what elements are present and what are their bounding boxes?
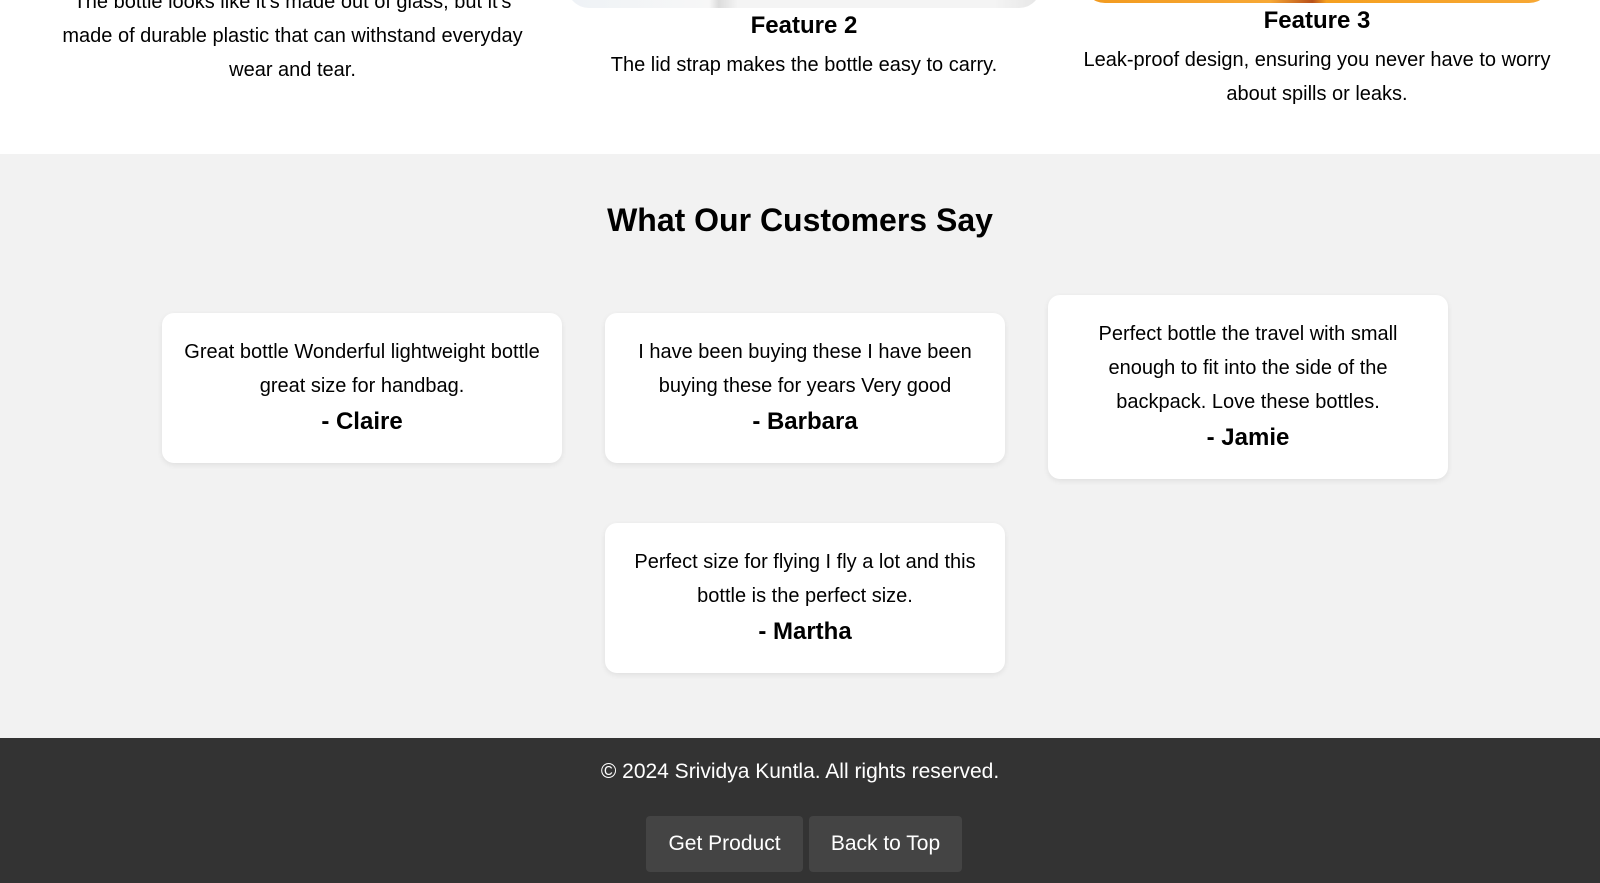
feature-3-title: Feature 3 (1263, 7, 1371, 34)
testimonial-card-barbara: I have been buying these I have been buy… (605, 313, 1005, 463)
testimonial-author: - Barbara (752, 408, 858, 435)
feature-2-description: The lid strap makes the bottle easy to c… (610, 54, 998, 76)
feature-1-description: The bottle looks like it's made out of g… (62, 0, 523, 81)
feature-3-description: Leak-proof design, ensuring you never ha… (1083, 49, 1551, 105)
feature-2-image (567, 0, 1041, 8)
testimonials-title: What Our Customers Say (607, 202, 993, 238)
testimonial-author: - Martha (758, 618, 852, 645)
feature-2-title: Feature 2 (750, 12, 858, 39)
footer: © 2024 Srividya Kuntla. All rights reser… (0, 738, 1600, 883)
testimonial-quote: Perfect bottle the travel with small eno… (1098, 323, 1398, 413)
feature-3-image (1083, 0, 1551, 3)
testimonial-quote: Great bottle Wonderful lightweight bottl… (184, 341, 540, 397)
testimonial-quote: I have been buying these I have been buy… (638, 341, 972, 397)
testimonial-author: - Jamie (1206, 424, 1290, 451)
copyright-text: © 2024 Srividya Kuntla. All rights reser… (600, 760, 1000, 783)
back-to-top-button[interactable]: Back to Top (809, 816, 962, 872)
features-section: The bottle looks like it's made out of g… (0, 0, 1600, 154)
testimonial-card-jamie: Perfect bottle the travel with small eno… (1048, 295, 1448, 479)
testimonial-card-martha: Perfect size for flying I fly a lot and … (605, 523, 1005, 673)
page: The bottle looks like it's made out of g… (0, 0, 1600, 883)
testimonial-card-claire: Great bottle Wonderful lightweight bottl… (162, 313, 562, 463)
testimonial-author: - Claire (321, 408, 403, 435)
testimonials-section: What Our Customers Say Great bottle Wond… (0, 154, 1600, 738)
get-product-button[interactable]: Get Product (646, 816, 803, 872)
testimonial-quote: Perfect size for flying I fly a lot and … (634, 551, 976, 607)
